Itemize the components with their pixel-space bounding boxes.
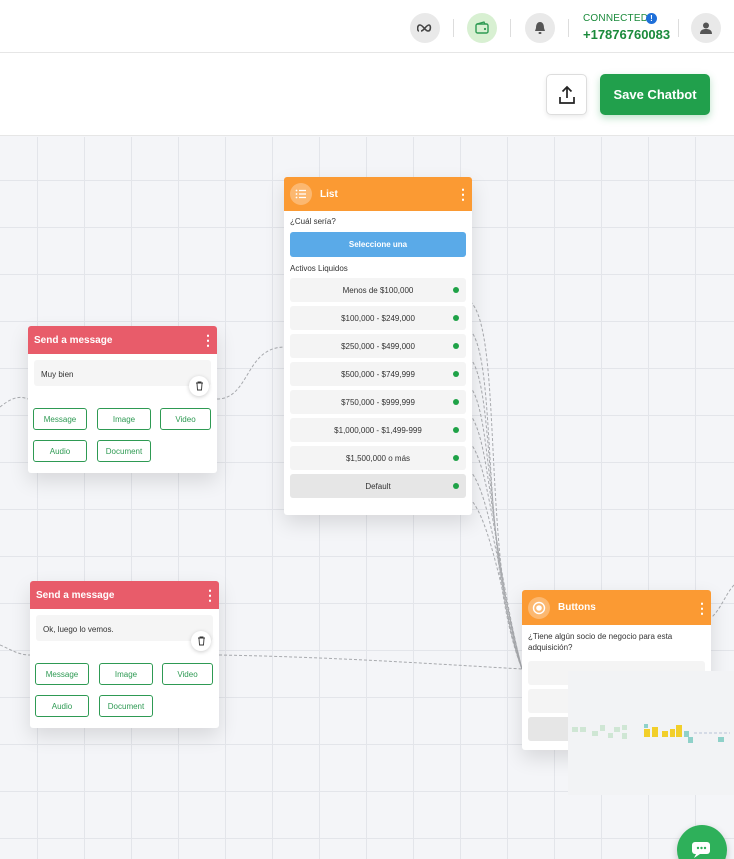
node-title: Send a message (34, 334, 113, 346)
more-options-icon[interactable]: ⋮ (201, 333, 215, 347)
save-chatbot-button[interactable]: Save Chatbot (600, 74, 710, 115)
more-options-icon[interactable]: ⋮ (695, 601, 709, 615)
list-item[interactable]: Menos de $100,000 (290, 278, 466, 302)
trash-icon[interactable] (189, 376, 209, 396)
list-item-default[interactable]: Default (290, 474, 466, 498)
node-header[interactable]: List ⋮ (284, 177, 472, 211)
list-item[interactable]: $1,000,000 - $1,499-999 (290, 418, 466, 442)
list-item-label: Menos de $100,000 (342, 285, 414, 295)
node-title: Buttons (558, 602, 596, 613)
message-text-value: Ok, luego lo vemos. (43, 625, 114, 634)
list-item[interactable]: $750,000 - $999,999 (290, 390, 466, 414)
list-item-label: $1,500,000 o más (345, 453, 411, 463)
connector-dot[interactable] (453, 483, 459, 489)
top-bar: CONNECTED ! +17876760083 (0, 0, 734, 53)
loading-skeleton (572, 724, 730, 743)
connector-dot[interactable] (453, 287, 459, 293)
node-header[interactable]: Send a message ⋮ (28, 326, 217, 354)
wallet-icon[interactable] (467, 13, 497, 43)
list-item-label: Default (365, 481, 391, 491)
loading-overlay (568, 671, 734, 795)
more-options-icon[interactable]: ⋮ (203, 588, 217, 602)
add-video-button[interactable]: Video (162, 663, 213, 685)
connector-dot[interactable] (453, 399, 459, 405)
add-audio-button[interactable]: Audio (35, 695, 89, 717)
connector-dot[interactable] (453, 427, 459, 433)
list-icon (290, 183, 312, 205)
add-message-button[interactable]: Message (35, 663, 89, 685)
add-document-button[interactable]: Document (97, 440, 151, 462)
flow-canvas[interactable]: Send a message ⋮ Muy bien Message Image … (0, 137, 734, 859)
list-item-label: $250,000 - $499,000 (341, 341, 415, 351)
upload-button[interactable] (546, 74, 587, 115)
action-bar: Save Chatbot (0, 53, 734, 136)
list-item[interactable]: $250,000 - $499,000 (290, 334, 466, 358)
list-item[interactable]: $100,000 - $249,000 (290, 306, 466, 330)
node-header[interactable]: Buttons ⋮ (522, 590, 711, 625)
add-image-button[interactable]: Image (99, 663, 153, 685)
list-item-label: $1,000,000 - $1,499-999 (334, 425, 422, 435)
bell-icon[interactable] (525, 13, 555, 43)
list-node[interactable]: List ⋮ ¿Cuál sería? Seleccione una Activ… (284, 177, 472, 515)
connector-dot[interactable] (453, 315, 459, 321)
list-item[interactable]: $1,500,000 o más (290, 446, 466, 470)
message-text-value: Muy bien (41, 370, 74, 379)
send-message-node-1[interactable]: Send a message ⋮ Muy bien Message Image … (28, 326, 217, 473)
meta-icon[interactable] (410, 13, 440, 43)
add-video-button[interactable]: Video (160, 408, 211, 430)
more-options-icon[interactable]: ⋮ (456, 187, 470, 201)
list-item-label: $100,000 - $249,000 (341, 313, 415, 323)
radio-target-icon (528, 596, 550, 619)
node-header[interactable]: Send a message ⋮ (30, 581, 219, 609)
add-image-button[interactable]: Image (97, 408, 151, 430)
list-item-label: $750,000 - $999,999 (341, 397, 415, 407)
connected-phone: +17876760083 (583, 27, 671, 42)
connector-dot[interactable] (453, 371, 459, 377)
add-document-button[interactable]: Document (99, 695, 153, 717)
list-item-label: $500,000 - $749,999 (341, 369, 415, 379)
info-icon[interactable]: ! (646, 13, 657, 24)
node-title: Send a message (36, 589, 115, 601)
add-audio-button[interactable]: Audio (33, 440, 87, 462)
buttons-question[interactable]: ¿Tiene algún socio de negocio para esta … (522, 625, 711, 653)
upload-icon (558, 85, 575, 104)
message-text[interactable]: Muy bien (34, 360, 211, 386)
user-icon[interactable] (691, 13, 721, 43)
list-select-button[interactable]: Seleccione una (290, 232, 466, 257)
list-section-label[interactable]: Activos Liquidos (284, 257, 472, 278)
trash-icon[interactable] (191, 631, 211, 651)
node-title: List (320, 188, 338, 200)
send-message-node-2[interactable]: Send a message ⋮ Ok, luego lo vemos. Mes… (30, 581, 219, 728)
list-item[interactable]: $500,000 - $749,999 (290, 362, 466, 386)
connection-status: CONNECTED (583, 13, 649, 24)
connector-dot[interactable] (453, 343, 459, 349)
list-question[interactable]: ¿Cuál sería? (284, 211, 472, 226)
chat-icon (692, 842, 710, 858)
connector-dot[interactable] (453, 455, 459, 461)
message-text[interactable]: Ok, luego lo vemos. (36, 615, 213, 641)
add-message-button[interactable]: Message (33, 408, 87, 430)
